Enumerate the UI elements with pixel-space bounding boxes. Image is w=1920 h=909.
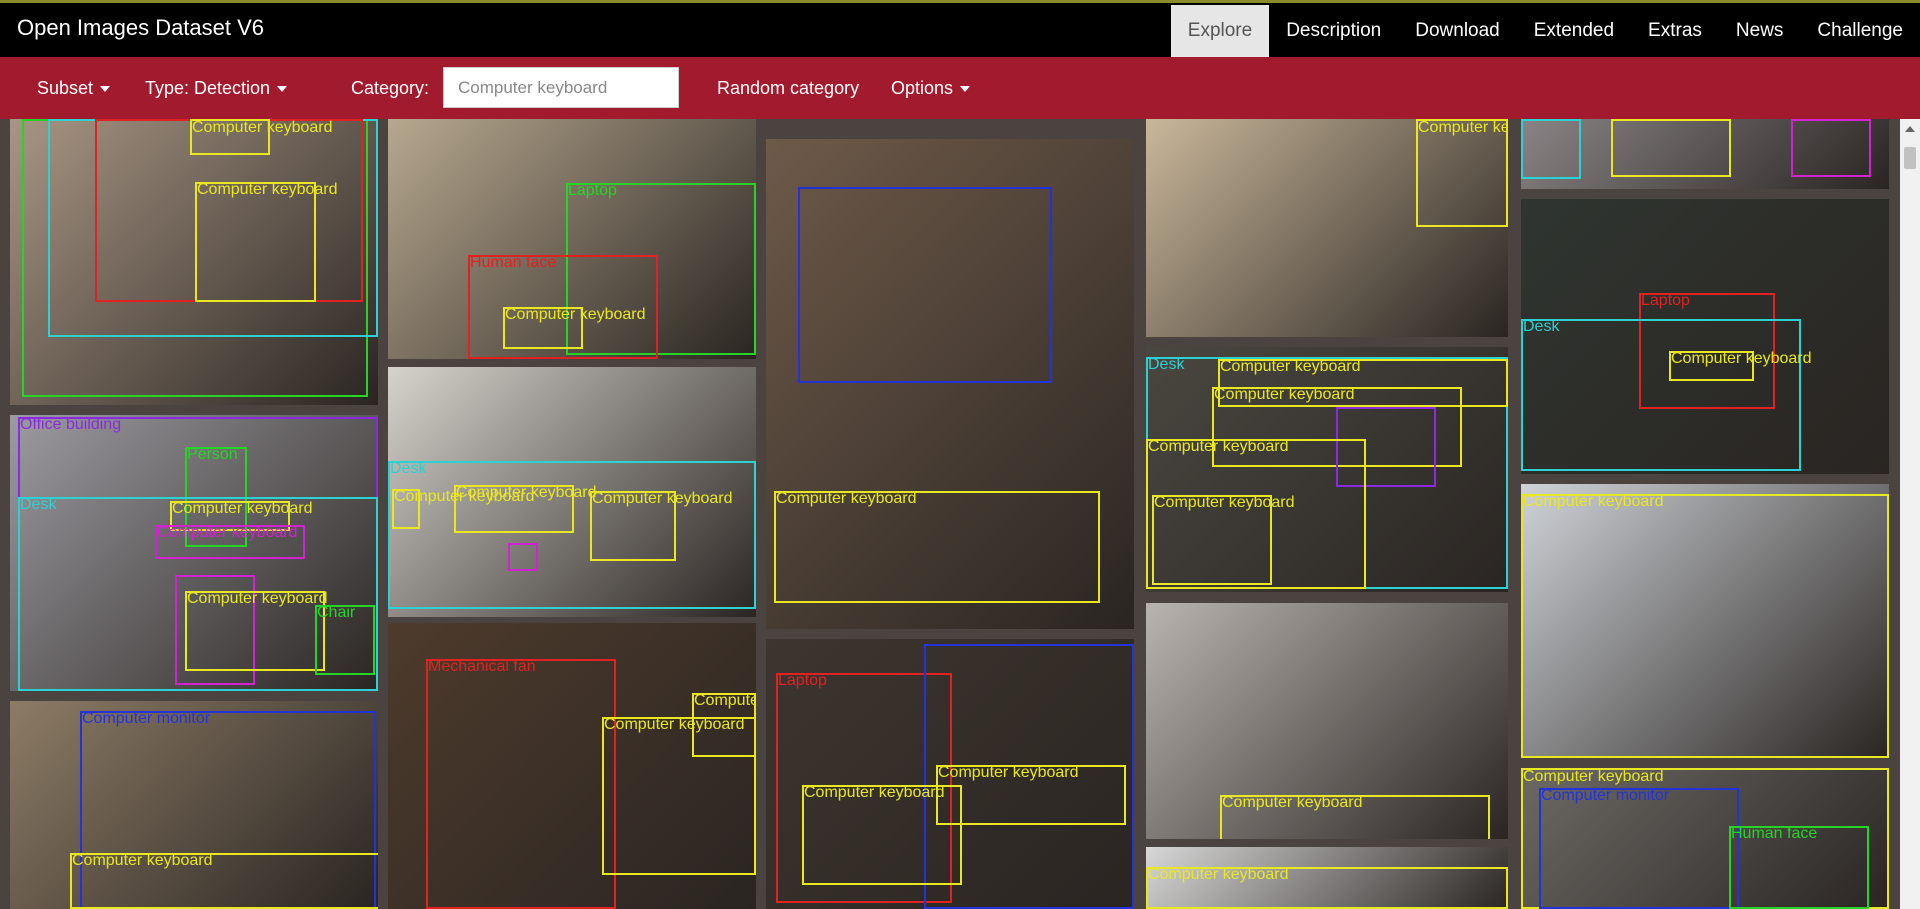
bounding-box	[798, 187, 1052, 383]
type-label: Type: Detection	[145, 78, 271, 98]
box-label: Computer monitor	[82, 710, 211, 727]
box-label: Computer keyboard	[172, 500, 313, 517]
box-label: Person	[187, 446, 238, 463]
box-label: Computer keyboard	[1220, 358, 1361, 375]
image-tile-fan-on-desk[interactable]: Mechanical fan Computer Computer keyboard	[388, 623, 756, 909]
image-tile-green-laptops[interactable]: Laptop Computer keyboard Computer keyboard	[766, 639, 1134, 909]
bounding-box	[1791, 119, 1871, 177]
box-label: Laptop	[778, 672, 827, 689]
top-navbar: Open Images Dataset V6 Explore Descripti…	[0, 3, 1920, 57]
bounding-box	[426, 659, 616, 909]
box-label: Computer keyboard	[192, 119, 333, 136]
box-label: Computer keyboard	[1148, 866, 1289, 883]
chevron-down-icon	[277, 86, 288, 93]
box-label: Computer keyboard	[804, 784, 945, 801]
box-label: Laptop	[568, 182, 617, 199]
box-label: Chair	[317, 604, 356, 621]
image-tile-commodore-setup[interactable]: Desk Computer keyboard Computer keyboard Co…	[388, 367, 756, 617]
box-label: Desk	[20, 496, 57, 513]
box-label: Mechanical fan	[428, 658, 536, 675]
chevron-down-icon	[960, 86, 971, 93]
box-label: Human face	[470, 254, 557, 271]
image-tile-man-at-window[interactable]: Laptop Human face Computer keyboard	[388, 119, 756, 359]
box-label: Computer keyboard	[776, 490, 917, 507]
box-label: Human face	[1731, 825, 1818, 842]
options-dropdown[interactable]: Options	[891, 57, 971, 119]
image-tile-office-computers[interactable]: Office building Person Desk Computer keyboa…	[10, 415, 378, 691]
bounding-box	[1521, 319, 1801, 471]
type-dropdown[interactable]: Type: Detection	[145, 57, 288, 119]
image-tile-keyboard-closeup[interactable]: Computer keyboard	[1521, 484, 1889, 758]
box-label: Computer keyboard	[505, 306, 646, 323]
box-label: Desk	[1523, 318, 1560, 335]
box-label: Computer keyboard	[938, 764, 1079, 781]
image-tile-retro-computer-monitor[interactable]: Computer keyboard	[766, 139, 1134, 629]
image-tile-keyboard-white-keys[interactable]: Computer keyboard	[1146, 847, 1508, 909]
bounding-box	[1611, 119, 1731, 177]
nav-news[interactable]: News	[1719, 5, 1801, 57]
nav-download[interactable]: Download	[1398, 5, 1517, 57]
box-label: Computer keyboa	[1418, 119, 1508, 136]
subset-dropdown[interactable]: Subset	[37, 57, 111, 119]
nav-links: Explore Description Download Extended Ex…	[1170, 5, 1920, 57]
box-label: Computer keyboard	[197, 181, 338, 198]
image-tile-cruise-papers[interactable]: Computer keyboard	[1146, 603, 1508, 839]
box-label: Computer	[694, 692, 756, 709]
box-label: Laptop	[1641, 292, 1690, 309]
box-label: Computer keyboard	[604, 716, 745, 733]
image-grid: Computer keyboard Computer keyboard Laptop…	[0, 119, 1900, 909]
box-label: Computer keyboard	[1523, 493, 1664, 510]
options-label: Options	[891, 78, 954, 98]
image-tile-laptop-on-table[interactable]: Laptop Desk Computer keyboard	[1521, 199, 1889, 474]
box-label: Computer monitor	[1541, 787, 1670, 804]
subset-label: Subset	[37, 78, 94, 98]
bounding-box	[195, 182, 316, 302]
box-label: Computer keyboard	[1154, 494, 1295, 511]
box-label: Computer keyboard	[1214, 386, 1355, 403]
image-tile-colorful-keyboards[interactable]: Desk Computer keyboard Computer keyboard Co…	[1146, 347, 1508, 592]
image-tile-keyboard-and-cup[interactable]: Computer keyboa	[1146, 119, 1508, 337]
nav-explore[interactable]: Explore	[1170, 5, 1270, 57]
nav-challenge[interactable]: Challenge	[1800, 5, 1920, 57]
bounding-box	[1521, 494, 1889, 758]
box-label: Computer keyboard	[456, 484, 597, 501]
category-input[interactable]: Computer keyboard	[443, 67, 679, 108]
box-label: Computer keyboard	[157, 524, 298, 541]
page-scrollbar[interactable]	[1900, 119, 1920, 909]
bounding-box	[508, 543, 538, 571]
image-tile-monitor-and-keyboard[interactable]: Computer monitor Computer keyboard	[10, 701, 378, 909]
image-tile-person-with-monitors[interactable]: Computer keyboard Computer monitor Human f…	[1521, 768, 1889, 909]
bounding-box	[602, 717, 756, 875]
box-label: Office building	[20, 416, 122, 433]
box-label: Computer keyboard	[1148, 438, 1289, 455]
nav-description[interactable]: Description	[1269, 5, 1398, 57]
random-category-button[interactable]: Random category	[717, 57, 859, 119]
bounding-box	[1521, 119, 1581, 179]
box-label: Computer keyboard	[1671, 350, 1812, 367]
box-label: Computer keyboard	[1222, 794, 1363, 811]
image-tile-laptop-desk[interactable]: Computer keyboard Computer keyboard	[10, 119, 378, 405]
box-label: Computer keyboard	[1523, 768, 1664, 785]
box-label: Desk	[1148, 356, 1185, 373]
box-label: Computer keyboard	[72, 852, 213, 869]
category-label: Category:	[351, 78, 430, 98]
nav-extended[interactable]: Extended	[1517, 5, 1631, 57]
box-label: Computer keyboard	[187, 590, 328, 607]
bounding-box	[1539, 788, 1739, 909]
brand-title[interactable]: Open Images Dataset V6	[17, 15, 264, 41]
box-label: Computer keyboard	[592, 490, 733, 507]
scrollbar-thumb[interactable]	[1904, 147, 1916, 169]
box-label: Desk	[390, 460, 427, 477]
explore-toolbar: Subset Type: Detection Category: Compute…	[0, 57, 1920, 119]
scroll-up-arrow-icon[interactable]	[1905, 126, 1915, 132]
image-tile-gray-table-top[interactable]	[1521, 119, 1889, 189]
chevron-down-icon	[100, 86, 111, 93]
nav-extras[interactable]: Extras	[1631, 5, 1719, 57]
